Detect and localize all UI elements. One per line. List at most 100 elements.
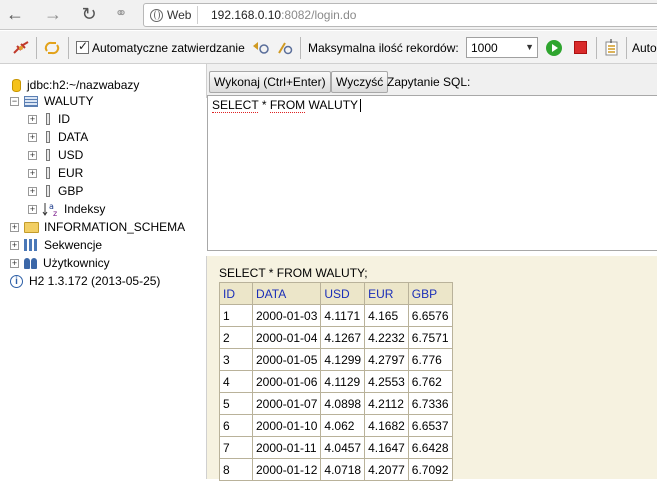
column-header-usd[interactable]: USD [320, 282, 366, 305]
cell-eur: 4.2232 [364, 326, 409, 349]
collapse-icon[interactable]: − [10, 96, 19, 106]
auto-commit-label: Automatyczne zatwierdzanie [92, 40, 245, 55]
tree-column-data[interactable]: + DATA [28, 128, 88, 146]
database-icon [12, 78, 21, 92]
max-records-label: Maksymalna ilość rekordów: [308, 40, 459, 55]
sql-keyword: SELECT [212, 98, 259, 113]
back-arrow-icon[interactable]: ← [2, 3, 28, 27]
cell-usd: 4.1299 [320, 348, 366, 371]
cell-gbp: 6.776 [407, 348, 453, 371]
site-info-chip[interactable]: Web [148, 6, 199, 24]
auto-commit-checkbox[interactable] [76, 39, 89, 54]
cell-eur: 4.1682 [364, 414, 409, 437]
stop-button[interactable] [574, 31, 587, 64]
url-host: 192.168.0.10 [211, 8, 282, 22]
tree-users[interactable]: + Użytkownicy [10, 254, 110, 272]
database-tree: jdbc:h2:~/nazwabazy − WALUTY + ID + DATA… [0, 64, 205, 479]
column-header-data[interactable]: DATA [251, 282, 322, 305]
column-icon [46, 149, 50, 161]
column-label: GBP [58, 184, 84, 198]
toolbar-separator [36, 37, 37, 59]
toolbar-separator [68, 37, 69, 59]
cell-id: 1 [219, 304, 253, 327]
rollback-icon [253, 41, 269, 54]
commit-button[interactable] [276, 31, 294, 64]
expand-icon[interactable]: + [10, 258, 19, 268]
refresh-button[interactable] [43, 31, 61, 64]
commit-icon [278, 41, 293, 54]
table-header-row: ID DATA USD EUR GBP [219, 282, 453, 305]
cell-data: 2000-01-10 [251, 414, 322, 437]
sort-index-icon: az [42, 202, 60, 218]
reload-icon[interactable]: ↻ [76, 3, 102, 27]
folder-icon [24, 221, 39, 233]
url-text[interactable]: 192.168.0.10:8082/login.do [211, 8, 356, 22]
tree-table-waluty[interactable]: − WALUTY [10, 92, 94, 110]
sql-keyword: FROM [269, 98, 306, 113]
column-header-eur[interactable]: EUR [364, 282, 409, 305]
forward-arrow-icon[interactable]: → [40, 3, 66, 27]
url-path: :8082/login.do [281, 8, 357, 22]
tree-column-id[interactable]: + ID [28, 110, 70, 128]
connection-label: jdbc:h2:~/nazwabazy [27, 78, 140, 92]
expand-icon[interactable]: + [28, 186, 37, 196]
table-row: 3 2000-01-05 4.1299 4.2797 6.776 [219, 348, 453, 371]
expand-icon[interactable]: + [28, 150, 37, 160]
browser-toolbar: ← → ↻ ⚭ Web 192.168.0.10:8082/login.do [0, 0, 657, 30]
tree-indexes[interactable]: + az Indeksy [28, 200, 105, 218]
table-row: 1 2000-01-03 4.1171 4.165 6.6576 [219, 304, 453, 327]
column-header-id[interactable]: ID [219, 282, 253, 305]
tree-column-usd[interactable]: + USD [28, 146, 83, 164]
column-icon [46, 113, 50, 125]
cell-id: 5 [219, 392, 253, 415]
cell-eur: 4.2553 [364, 370, 409, 393]
rollback-button[interactable] [250, 31, 270, 64]
cell-data: 2000-01-12 [251, 458, 322, 481]
expand-icon[interactable]: + [28, 204, 37, 214]
sequences-label: Sekwencje [44, 238, 103, 252]
cell-usd: 4.1267 [320, 326, 366, 349]
cell-usd: 4.0457 [320, 436, 366, 459]
refresh-icon [44, 41, 60, 54]
expand-icon[interactable]: + [10, 240, 19, 250]
cell-eur: 4.165 [364, 304, 409, 327]
auto-commit-toggle[interactable]: Automatyczne zatwierdzanie [76, 31, 245, 64]
tree-sequences[interactable]: + Sekwencje [10, 236, 102, 254]
table-label: WALUTY [44, 94, 94, 108]
execute-button[interactable]: Wykonaj (Ctrl+Enter) [209, 71, 331, 93]
text-caret [360, 99, 362, 113]
sql-query-label: Zapytanie SQL: [387, 75, 471, 89]
h2-console-toolbar: Automatyczne zatwierdzanie Maksymalna il… [0, 31, 657, 64]
play-icon [546, 39, 562, 56]
address-bar[interactable]: Web 192.168.0.10:8082/login.do [143, 3, 657, 27]
sql-editor[interactable]: SELECT * FROM WALUTY [207, 95, 657, 251]
expand-icon[interactable]: + [28, 114, 37, 124]
disconnect-button[interactable] [12, 31, 30, 64]
sql-token: WALUTY [308, 98, 359, 112]
cell-gbp: 6.762 [407, 370, 453, 393]
clear-button[interactable]: Wyczyść [331, 71, 389, 93]
tree-column-gbp[interactable]: + GBP [28, 182, 83, 200]
table-row: 2 2000-01-04 4.1267 4.2232 6.7571 [219, 326, 453, 349]
auto-complete-button[interactable] [604, 31, 620, 64]
cell-id: 8 [219, 458, 253, 481]
column-header-gbp[interactable]: GBP [407, 282, 453, 305]
cell-gbp: 6.7336 [407, 392, 453, 415]
cell-data: 2000-01-03 [251, 304, 322, 327]
cell-gbp: 6.7092 [407, 458, 453, 481]
table-row: 7 2000-01-11 4.0457 4.1647 6.6428 [219, 436, 453, 459]
expand-icon[interactable]: + [28, 132, 37, 142]
tree-information-schema[interactable]: + INFORMATION_SCHEMA [10, 218, 185, 236]
expand-icon[interactable]: + [28, 168, 37, 178]
auto-label: Auto [632, 40, 657, 55]
cell-eur: 4.1647 [364, 436, 409, 459]
cell-gbp: 6.7571 [407, 326, 453, 349]
run-button[interactable] [546, 31, 562, 64]
key-icon[interactable]: ⚭ [108, 3, 134, 27]
tree-version-info: i H2 1.3.172 (2013-05-25) [10, 272, 160, 290]
version-label: H2 1.3.172 (2013-05-25) [29, 274, 161, 288]
max-records-select[interactable]: 1000 ▼ [466, 37, 538, 58]
results-panel: SELECT * FROM WALUTY; ID DATA USD EUR GB… [206, 256, 657, 481]
expand-icon[interactable]: + [10, 222, 19, 232]
tree-column-eur[interactable]: + EUR [28, 164, 83, 182]
